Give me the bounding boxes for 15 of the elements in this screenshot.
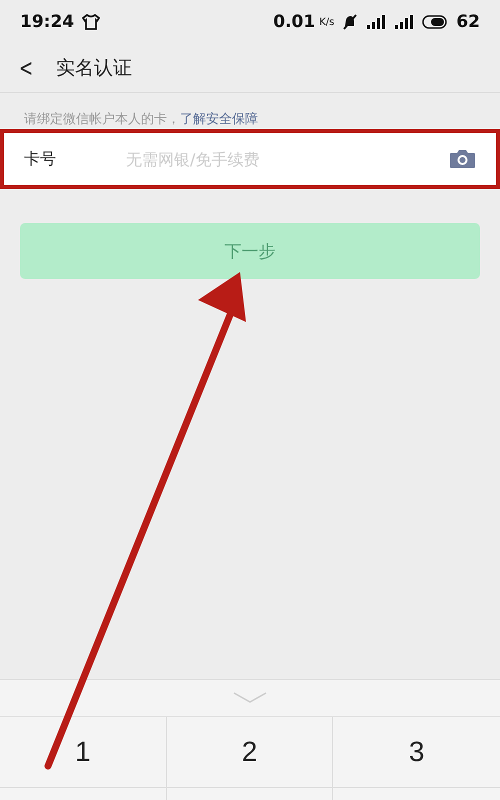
battery-icon	[422, 15, 448, 29]
hint-text: 请绑定微信帐户本人的卡，了解安全保障	[24, 112, 258, 127]
security-link[interactable]: 了解安全保障	[180, 112, 258, 127]
speed-unit: K/s	[319, 16, 334, 28]
signal-icon	[366, 14, 386, 30]
field-label: 卡号	[24, 148, 57, 170]
shirt-icon	[82, 14, 100, 30]
camera-icon[interactable]	[449, 149, 476, 169]
clock-time: 19:24	[20, 12, 74, 32]
battery-level: 62	[456, 12, 480, 32]
signal-icon	[394, 14, 414, 30]
page-title: 实名认证	[56, 56, 132, 81]
back-button[interactable]: <	[19, 54, 34, 82]
muted-bell-icon	[342, 14, 358, 30]
network-speed: 0.01	[273, 12, 316, 32]
